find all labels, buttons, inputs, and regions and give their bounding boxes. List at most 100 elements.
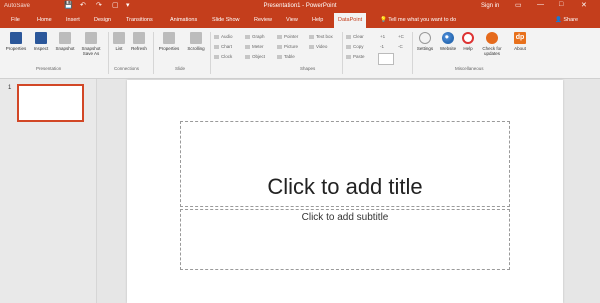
- table-label: Table: [284, 54, 295, 59]
- value-input[interactable]: [378, 53, 394, 65]
- website-button[interactable]: Website: [437, 32, 459, 51]
- refresh-button[interactable]: Refresh: [128, 32, 150, 51]
- tab-file[interactable]: File: [11, 17, 20, 23]
- about-button[interactable]: dp About: [509, 32, 531, 51]
- share-button[interactable]: 👤 Share: [555, 17, 578, 23]
- plus-one-button[interactable]: +1: [380, 34, 385, 39]
- clock-button[interactable]: Clock: [214, 54, 232, 59]
- sign-in-link[interactable]: Sign in: [481, 3, 499, 9]
- group-label-slide: Slide: [175, 66, 186, 71]
- pointer-label: Pointer: [284, 34, 299, 39]
- object-button[interactable]: Object: [245, 54, 265, 59]
- dp-logo-icon: dp: [514, 32, 526, 44]
- share-label: Share: [563, 17, 579, 23]
- ribbon: Properties Inspect Snapshot Snapshot Sav…: [0, 28, 600, 79]
- inspect-button[interactable]: Inspect: [30, 32, 52, 51]
- tell-me-search[interactable]: 💡 Tell me what you want to do: [380, 17, 456, 23]
- group-separator: [342, 32, 343, 74]
- list-icon: [113, 32, 125, 44]
- snapshot-icon: [59, 32, 71, 44]
- slide-thumbnail[interactable]: [17, 84, 84, 122]
- minus-one-button[interactable]: -1: [380, 44, 384, 49]
- tell-me-label: Tell me what you want to do: [388, 17, 457, 23]
- minus-c-button[interactable]: -C: [398, 44, 403, 49]
- window-title: Presentation1 - PowerPoint: [263, 3, 337, 9]
- video-button[interactable]: Video: [309, 44, 327, 49]
- copy-button[interactable]: Copy: [346, 44, 364, 49]
- refresh-label: Refresh: [131, 46, 147, 51]
- subtitle-placeholder[interactable]: Click to add subtitle: [180, 209, 510, 270]
- group-label-connections: Connections: [114, 66, 140, 71]
- title-placeholder-text: Click to add title: [267, 174, 423, 199]
- tab-view[interactable]: View: [286, 17, 298, 23]
- textbox-button[interactable]: Text box: [309, 34, 333, 39]
- meter-label: Meter: [252, 44, 264, 49]
- slide-properties-button[interactable]: Properties: [155, 32, 183, 51]
- settings-label: Settings: [416, 46, 434, 51]
- copy-label: Copy: [353, 44, 364, 49]
- tab-insert[interactable]: Insert: [66, 17, 80, 23]
- clock-icon: [214, 55, 219, 59]
- pointer-button[interactable]: Pointer: [277, 34, 298, 39]
- snapshot-label: Snapshot: [55, 46, 75, 51]
- video-icon: [309, 45, 314, 49]
- group-separator: [153, 32, 154, 74]
- meter-button[interactable]: Meter: [245, 44, 264, 49]
- paste-button[interactable]: Paste: [346, 54, 365, 59]
- group-label-presentation: Presentation: [36, 66, 62, 71]
- graph-label: Graph: [252, 34, 265, 39]
- list-button[interactable]: List: [111, 32, 127, 51]
- picture-button[interactable]: Picture: [277, 44, 298, 49]
- website-label: Website: [439, 46, 457, 51]
- pointer-icon: [277, 35, 282, 39]
- clear-label: Clear: [353, 34, 364, 39]
- settings-button[interactable]: Settings: [414, 32, 436, 51]
- audio-button[interactable]: Audio: [214, 34, 233, 39]
- plus-c-button[interactable]: +C: [398, 34, 404, 39]
- ribbon-display-options-icon[interactable]: ▭: [515, 1, 522, 9]
- tab-help[interactable]: Help: [312, 17, 323, 23]
- properties-button[interactable]: Properties: [3, 32, 29, 51]
- picture-icon: [277, 45, 282, 49]
- scrolling-icon: [190, 32, 202, 44]
- snapshot-button[interactable]: Snapshot: [53, 32, 77, 51]
- chart-button[interactable]: Chart: [214, 44, 232, 49]
- table-button[interactable]: Table: [277, 54, 295, 59]
- tab-review[interactable]: Review: [254, 17, 272, 23]
- tab-slideshow[interactable]: Slide Show: [212, 17, 240, 23]
- group-separator: [108, 32, 109, 74]
- object-label: Object: [252, 54, 266, 59]
- textbox-icon: [309, 35, 314, 39]
- minimize-icon[interactable]: —: [537, 1, 544, 8]
- maximize-icon[interactable]: □: [559, 1, 563, 8]
- textbox-label: Text box: [316, 34, 333, 39]
- title-placeholder[interactable]: Click to add title: [180, 121, 510, 207]
- inspect-label: Inspect: [33, 46, 49, 51]
- graph-button[interactable]: Graph: [245, 34, 265, 39]
- meter-icon: [245, 45, 250, 49]
- help-button[interactable]: Help: [460, 32, 476, 51]
- tab-home[interactable]: Home: [37, 17, 52, 23]
- clear-button[interactable]: Clear: [346, 34, 364, 39]
- slide-thumbnail-pane: 1: [0, 79, 97, 303]
- scrolling-button[interactable]: Scrolling: [184, 32, 208, 51]
- clock-label: Clock: [221, 54, 233, 59]
- tab-animations[interactable]: Animations: [170, 17, 197, 23]
- group-label-shapes: Shapes: [300, 66, 316, 71]
- snapshot-save-as-button[interactable]: Snapshot Save As: [78, 32, 104, 56]
- tab-datapoint[interactable]: DataPoint: [334, 13, 367, 28]
- audio-label: Audio: [221, 34, 233, 39]
- check-for-updates-button[interactable]: Check for updates: [478, 32, 506, 56]
- gear-icon: [419, 32, 431, 44]
- close-icon[interactable]: ✕: [581, 1, 587, 9]
- subtitle-placeholder-text: Click to add subtitle: [301, 212, 389, 223]
- paste-icon: [346, 55, 351, 59]
- clear-icon: [346, 35, 351, 39]
- tab-design[interactable]: Design: [94, 17, 111, 23]
- slide-canvas[interactable]: Click to add title Click to add subtitle: [127, 80, 563, 303]
- slide-number: 1: [8, 85, 12, 91]
- tab-transitions[interactable]: Transitions: [126, 17, 153, 23]
- group-separator: [412, 32, 413, 74]
- graph-icon: [245, 35, 250, 39]
- slide-properties-icon: [163, 32, 175, 44]
